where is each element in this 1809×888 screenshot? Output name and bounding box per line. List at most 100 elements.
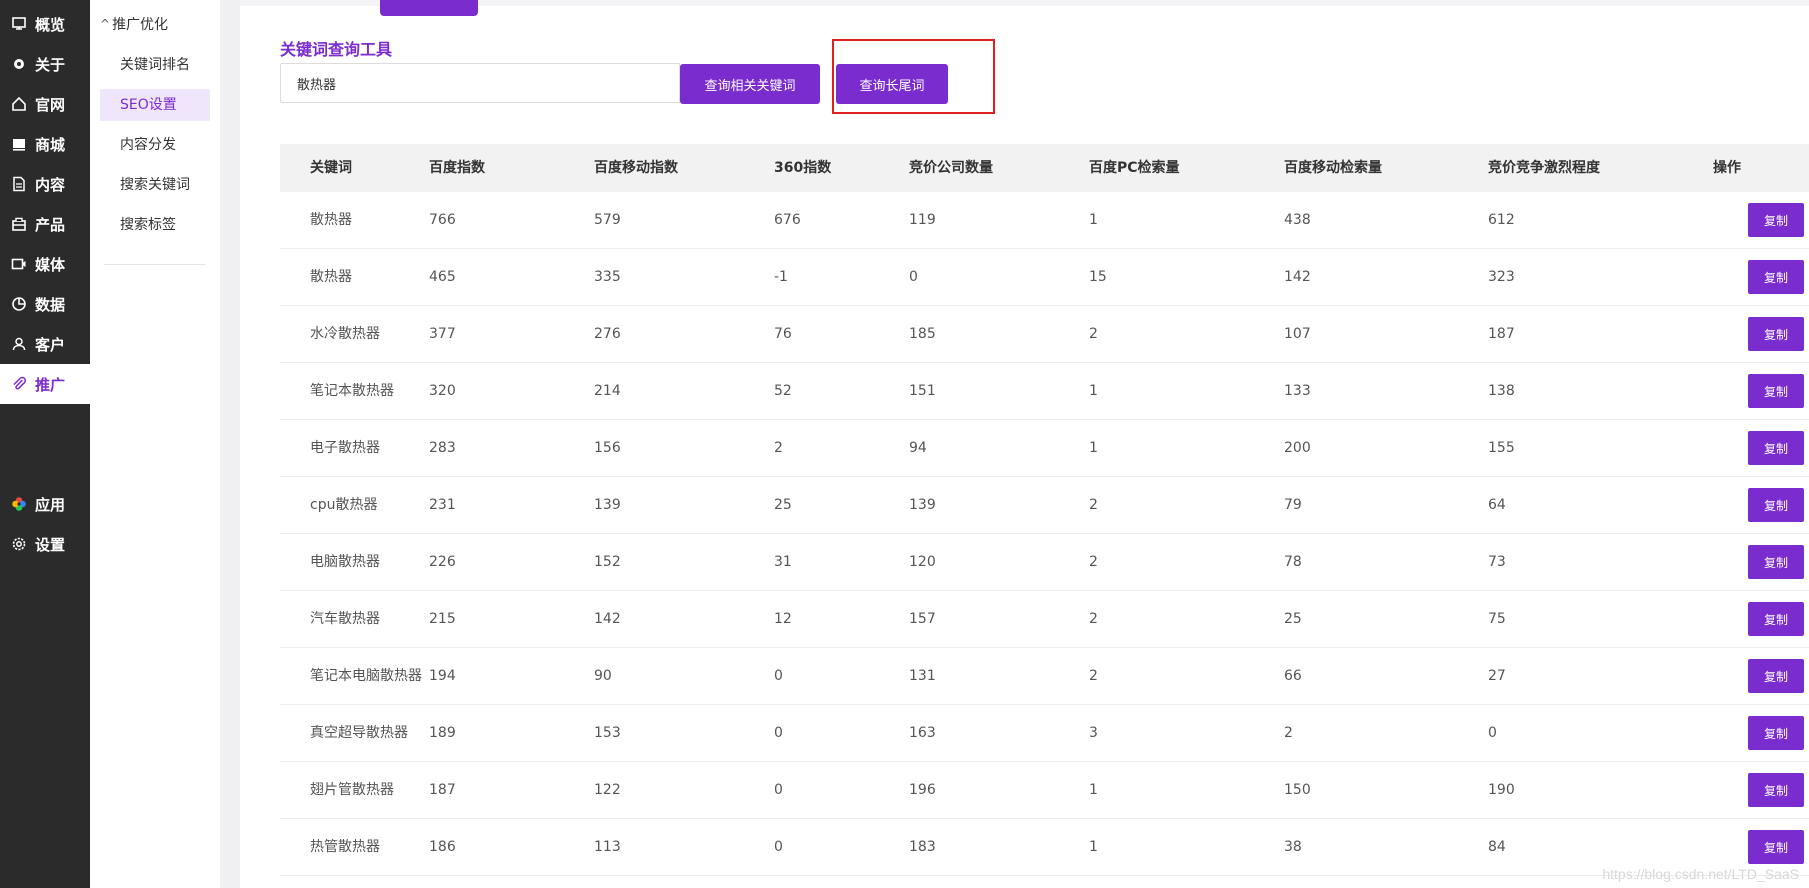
nav-item-promotion[interactable]: 推广 (0, 364, 90, 404)
nav-label: 应用 (35, 495, 66, 514)
sub-nav-item-keyword-rank[interactable]: 关键词排名 (100, 49, 210, 81)
copy-button[interactable]: 复制 (1748, 203, 1804, 237)
nav-item-media[interactable]: 媒体 (0, 244, 90, 284)
cell-baidu-mobile-volume: 78 (1284, 554, 1302, 570)
copy-button[interactable]: 复制 (1748, 545, 1804, 579)
copy-button[interactable]: 复制 (1748, 830, 1804, 864)
nav-item-shop[interactable]: 商城 (0, 124, 90, 164)
sub-nav-item-search-keywords[interactable]: 搜索关键词 (100, 169, 210, 201)
cell-keyword: 汽车散热器 (310, 611, 380, 627)
nav-item-product[interactable]: 产品 (0, 204, 90, 244)
cell-baidu-mobile-index: 139 (594, 497, 621, 513)
query-related-keywords-button[interactable]: 查询相关关键词 (680, 64, 820, 104)
apps-icon (11, 496, 27, 512)
cell-bidding-companies: 94 (909, 440, 927, 456)
nav-item-content[interactable]: 内容 (0, 164, 90, 204)
cell-baidu-pc-volume: 2 (1089, 611, 1098, 627)
nav-label: 设置 (35, 535, 66, 554)
cell-baidu-mobile-index: 152 (594, 554, 621, 570)
left-nav: 概览 关于 官网 商城 内容 产品 媒体 数据 客户 推广 应用 设置 (0, 0, 90, 888)
sub-nav-item-label: 搜索关键词 (120, 177, 190, 193)
copy-button[interactable]: 复制 (1748, 374, 1804, 408)
cell-keyword: cpu散热器 (310, 497, 378, 513)
copy-button[interactable]: 复制 (1748, 716, 1804, 750)
copy-button[interactable]: 复制 (1748, 260, 1804, 294)
cell-keyword: 水冷散热器 (310, 326, 380, 342)
cell-bidding-companies: 196 (909, 782, 936, 798)
cell-baidu-index: 231 (429, 497, 456, 513)
nav-item-about[interactable]: 关于 (0, 44, 90, 84)
header-keyword: 关键词 (310, 160, 352, 176)
cell-baidu-pc-volume: 1 (1089, 383, 1098, 399)
nav-item-settings[interactable]: 设置 (0, 524, 90, 564)
table-row: 笔记本电脑散热器 194 90 0 131 2 66 27 复制 (280, 648, 1809, 705)
cell-baidu-pc-volume: 1 (1089, 839, 1098, 855)
cell-competition: 612 (1488, 212, 1515, 228)
sub-nav-divider (104, 264, 206, 265)
cell-baidu-mobile-index: 156 (594, 440, 621, 456)
copy-button[interactable]: 复制 (1748, 317, 1804, 351)
nav-item-apps[interactable]: 应用 (0, 484, 90, 524)
copy-button[interactable]: 复制 (1748, 602, 1804, 636)
cell-360-index: 31 (774, 554, 792, 570)
cell-competition: 0 (1488, 725, 1497, 741)
cell-baidu-pc-volume: 2 (1089, 554, 1098, 570)
product-icon (11, 216, 27, 232)
cell-360-index: 0 (774, 725, 783, 741)
cell-360-index: 76 (774, 326, 792, 342)
cell-baidu-mobile-index: 122 (594, 782, 621, 798)
settings-icon (11, 536, 27, 552)
cell-baidu-mobile-index: 276 (594, 326, 621, 342)
highlight-annotation-box (832, 39, 995, 114)
nav-label: 媒体 (35, 255, 66, 274)
cell-baidu-mobile-volume: 107 (1284, 326, 1311, 342)
cell-baidu-mobile-index: 142 (594, 611, 621, 627)
copy-button[interactable]: 复制 (1748, 773, 1804, 807)
cell-360-index: 2 (774, 440, 783, 456)
cell-baidu-index: 189 (429, 725, 456, 741)
cell-360-index: 0 (774, 782, 783, 798)
cell-bidding-companies: 139 (909, 497, 936, 513)
sub-nav-item-seo-settings[interactable]: SEO设置 (100, 89, 210, 121)
cell-bidding-companies: 131 (909, 668, 936, 684)
cell-baidu-index: 186 (429, 839, 456, 855)
cell-baidu-mobile-volume: 200 (1284, 440, 1311, 456)
cell-baidu-index: 215 (429, 611, 456, 627)
table-row: 真空超导散热器 189 153 0 163 3 2 0 复制 (280, 705, 1809, 762)
copy-button[interactable]: 复制 (1748, 431, 1804, 465)
copy-button[interactable]: 复制 (1748, 659, 1804, 693)
nav-label: 内容 (35, 175, 66, 194)
cell-keyword: 笔记本散热器 (310, 383, 394, 399)
nav-item-customer[interactable]: 客户 (0, 324, 90, 364)
cell-keyword: 热管散热器 (310, 839, 380, 855)
sub-nav-item-label: 关键词排名 (120, 57, 190, 73)
paperclip-icon (11, 376, 27, 392)
cell-bidding-companies: 183 (909, 839, 936, 855)
cell-competition: 27 (1488, 668, 1506, 684)
keyword-search-input[interactable] (280, 63, 680, 103)
cell-baidu-pc-volume: 1 (1089, 782, 1098, 798)
chevron-up-icon: ^ (100, 17, 111, 31)
table-row: 笔记本散热器 320 214 52 151 1 133 138 复制 (280, 363, 1809, 420)
cell-baidu-index: 226 (429, 554, 456, 570)
cell-competition: 138 (1488, 383, 1515, 399)
nav-item-website[interactable]: 官网 (0, 84, 90, 124)
cell-baidu-pc-volume: 2 (1089, 668, 1098, 684)
cell-baidu-mobile-index: 214 (594, 383, 621, 399)
nav-item-overview[interactable]: 概览 (0, 4, 90, 44)
cell-baidu-index: 194 (429, 668, 456, 684)
cell-baidu-mobile-volume: 133 (1284, 383, 1311, 399)
document-icon (11, 176, 27, 192)
header-competition: 竞价竞争激烈程度 (1488, 160, 1600, 176)
header-action: 操作 (1713, 160, 1741, 176)
watermark: https://blog.csdn.net/LTD_SaaS (1602, 866, 1799, 882)
table-row: 散热器 465 335 -1 0 15 142 323 复制 (280, 249, 1809, 306)
cell-baidu-mobile-volume: 38 (1284, 839, 1302, 855)
top-tab-indicator[interactable] (380, 0, 478, 16)
nav-item-data[interactable]: 数据 (0, 284, 90, 324)
copy-button[interactable]: 复制 (1748, 488, 1804, 522)
sub-nav-item-search-tags[interactable]: 搜索标签 (100, 209, 210, 241)
sub-nav-item-content-distribution[interactable]: 内容分发 (100, 129, 210, 161)
sub-nav-group-toggle[interactable]: ^ 推广优化 (100, 14, 168, 34)
home-icon (11, 96, 27, 112)
